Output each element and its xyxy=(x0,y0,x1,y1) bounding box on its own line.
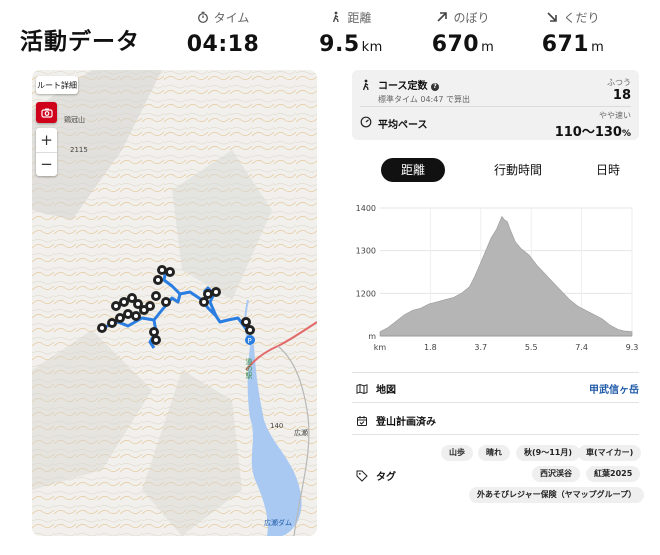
stat-ascent: のぼり 670 m xyxy=(408,8,518,58)
y-tick-label: m xyxy=(368,332,376,341)
tab-distance[interactable]: 距離 xyxy=(381,158,445,182)
stat-time: タイム 04:18 xyxy=(168,8,278,58)
x-tick-label: 3.7 xyxy=(474,343,487,352)
y-tick-label: 1300 xyxy=(356,247,376,256)
map-label-elevation: 2115 xyxy=(70,146,88,154)
map-link[interactable]: 甲武信ヶ岳 xyxy=(589,381,639,396)
course-constant-label: コース定数 xyxy=(378,81,428,92)
tag-chip[interactable]: 車(マイカー) xyxy=(578,445,642,461)
tag-chip[interactable]: 秋(9〜11月) xyxy=(516,445,581,461)
stat-descent-label: くだり xyxy=(563,10,600,25)
x-tick-label: 1.8 xyxy=(424,343,437,352)
map-label-lake: 広瀬 xyxy=(294,429,308,437)
stat-descent-value: 671 xyxy=(541,32,590,57)
x-tick-label: 9.3 xyxy=(626,343,639,352)
hiker-icon xyxy=(333,11,340,23)
course-constant-value: 18 xyxy=(612,88,631,103)
tag-chip[interactable]: 晴れ xyxy=(478,445,510,461)
stat-time-value: 04:18 xyxy=(186,32,260,57)
map-row: 地図 甲武信ヶ岳 xyxy=(356,381,639,396)
stat-time-label: タイム xyxy=(213,10,250,25)
stat-ascent-unit: m xyxy=(481,40,495,55)
chart-tabs: 距離 行動時間 日時 xyxy=(352,158,639,182)
route-detail-button[interactable]: ルート詳細 xyxy=(36,76,78,94)
calendar-check-icon xyxy=(357,415,367,426)
tab-activity-time[interactable]: 行動時間 xyxy=(478,158,558,182)
map-label-peak: 鶏冠山 xyxy=(64,116,85,124)
x-tick-label: km xyxy=(374,343,387,352)
tag-chip[interactable]: 西沢渓谷 xyxy=(532,466,580,482)
plan-row: 登山計画済み xyxy=(356,413,639,428)
divider xyxy=(352,402,639,403)
map-label: 地図 xyxy=(376,385,396,396)
page-title: 活動データ xyxy=(20,29,140,55)
arrow-down-right-icon xyxy=(547,12,558,22)
course-constant-row: コース定数 ? 標準タイム 04:47 で算出 ふつう 18 xyxy=(360,77,631,105)
y-tick-label: 1400 xyxy=(356,204,376,213)
zoom-in-button[interactable]: + xyxy=(36,128,57,153)
tag-chip[interactable]: 外あそびレジャー保険（ヤマップグループ） xyxy=(469,487,645,503)
speedometer-icon xyxy=(360,116,372,128)
map-label-dam: 広瀬ダム xyxy=(264,519,292,527)
x-tick-label: 5.5 xyxy=(525,343,538,352)
zoom-out-button[interactable]: − xyxy=(36,153,57,177)
stopwatch-icon xyxy=(197,11,208,23)
topographic-map[interactable]: P xyxy=(32,70,317,536)
pace-row: 平均ペース やや速い 110〜130% xyxy=(360,110,631,140)
svg-text:P: P xyxy=(248,337,252,345)
elevation-area xyxy=(379,215,633,337)
pace-label: 平均ペース xyxy=(378,120,428,131)
x-tick-label: 7.4 xyxy=(575,343,588,352)
map-icon xyxy=(356,383,368,394)
course-summary-card: コース定数 ? 標準タイム 04:47 で算出 ふつう 18 平均ペース やや速… xyxy=(352,70,639,140)
pace-unit: % xyxy=(621,129,631,139)
course-level: ふつう xyxy=(607,78,631,87)
route-map[interactable]: P 鶏冠山 2115 道の駅 140 広瀬 広瀬ダム ルート詳細 + − xyxy=(32,70,317,536)
course-standard-time: 標準タイム 04:47 で算出 xyxy=(378,95,470,104)
divider xyxy=(352,372,639,373)
pace-value: 110〜130 xyxy=(554,125,622,140)
pace-level: やや速い xyxy=(599,111,631,120)
map-label-road: 140 xyxy=(270,422,284,430)
camera-icon xyxy=(40,108,53,118)
stat-ascent-value: 670 xyxy=(431,32,480,57)
stat-distance-unit: km xyxy=(361,40,383,55)
stat-ascent-label: のぼり xyxy=(453,10,490,25)
help-icon[interactable]: ? xyxy=(430,83,439,91)
stat-descent: くだり 671 m xyxy=(518,8,628,58)
card-divider xyxy=(360,106,631,107)
zoom-control: + − xyxy=(36,128,57,176)
hiker-icon xyxy=(362,79,369,91)
tag-label: タグ xyxy=(376,472,396,483)
camera-button[interactable] xyxy=(36,102,57,123)
divider xyxy=(352,434,639,435)
stat-descent-unit: m xyxy=(591,40,605,55)
tag-chip[interactable]: 山歩 xyxy=(441,445,473,461)
stat-distance: 距離 9.5 km xyxy=(296,8,406,58)
y-tick-label: 1200 xyxy=(356,289,376,298)
tag-chip[interactable]: 紅葉2025 xyxy=(586,466,641,482)
plan-label: 登山計画済み xyxy=(376,417,436,428)
tab-datetime[interactable]: 日時 xyxy=(584,158,632,182)
stat-distance-label: 距離 xyxy=(347,10,372,25)
arrow-up-right-icon xyxy=(437,12,448,22)
tag-icon xyxy=(356,470,368,482)
map-label-station: 道の駅 xyxy=(245,358,253,379)
elevation-chart: 1400 1300 1200 m km 1.8 3.7 5.5 7.4 9.3 xyxy=(356,204,639,352)
stat-distance-value: 9.5 xyxy=(319,32,360,57)
